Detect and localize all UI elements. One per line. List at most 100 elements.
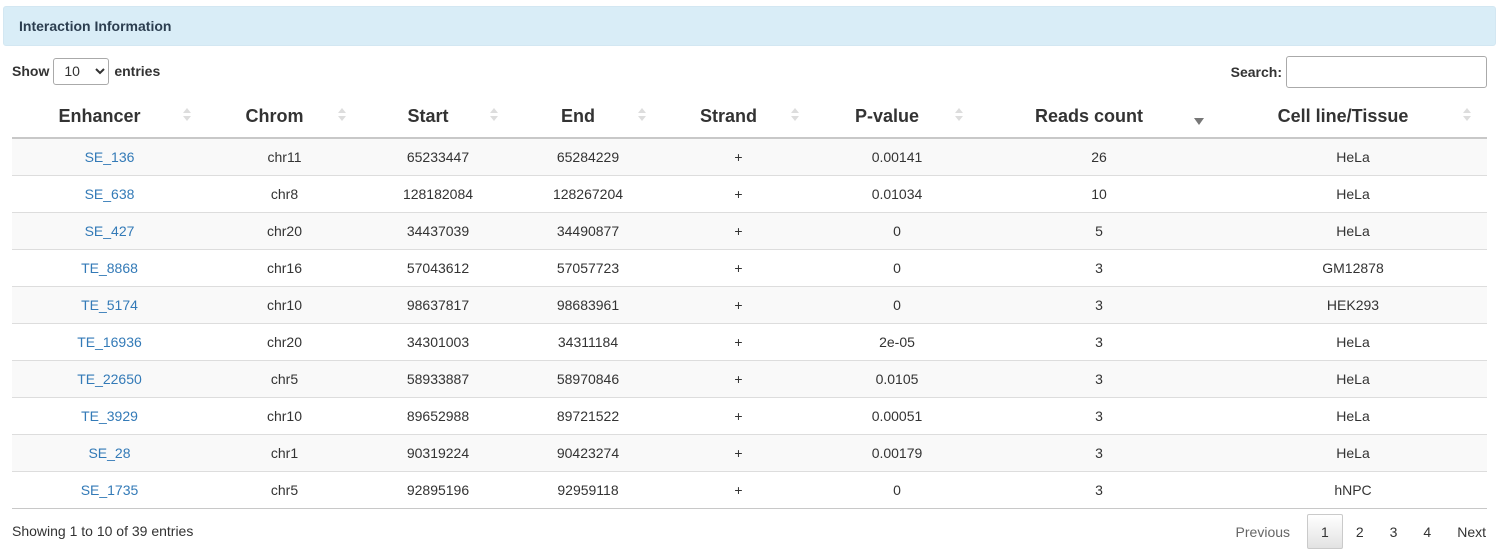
- enhancer-link[interactable]: TE_16936: [77, 334, 142, 350]
- table-cell: GM12878: [1219, 248, 1487, 286]
- column-header-label: P-value: [854, 105, 920, 126]
- enhancer-link[interactable]: SE_28: [88, 445, 130, 461]
- column-header-strand[interactable]: Strand: [662, 95, 815, 139]
- table-cell: +: [662, 470, 815, 509]
- column-header-reads-count[interactable]: Reads count: [979, 95, 1219, 139]
- table-cell: 0: [815, 285, 979, 323]
- enhancer-link[interactable]: TE_22650: [77, 371, 142, 387]
- page-button-2[interactable]: 2: [1343, 514, 1377, 549]
- table-row: TE_3929 chr10 89652988 89721522 +0.00051 3 HeL…: [12, 396, 1487, 434]
- sort-both-icon: [955, 106, 963, 124]
- column-header-label: Reads count: [1034, 105, 1144, 126]
- enhancer-link[interactable]: TE_8868: [81, 260, 138, 276]
- page-button-3[interactable]: 3: [1377, 514, 1411, 549]
- table-row: TE_22650 chr5 58933887 58970846 +0.0105 3 HeLa: [12, 359, 1487, 397]
- table-cell: SE_136: [12, 138, 207, 175]
- table-cell: SE_1735: [12, 470, 207, 509]
- table-cell: 98637817: [362, 285, 514, 323]
- table-cell: SE_427: [12, 211, 207, 249]
- table-cell: 92959118: [514, 470, 662, 509]
- table-cell: SE_638: [12, 174, 207, 212]
- table-cell: 3: [979, 433, 1219, 471]
- entries-per-page-select[interactable]: 102550100: [53, 57, 110, 85]
- table-cell: 90319224: [362, 433, 514, 471]
- table-cell: +: [662, 396, 815, 434]
- column-header-start[interactable]: Start: [362, 95, 514, 139]
- enhancer-link[interactable]: TE_5174: [81, 297, 138, 313]
- table-cell: chr10: [207, 396, 362, 434]
- table-cell: HeLa: [1219, 211, 1487, 249]
- table-cell: +: [662, 359, 815, 397]
- table-cell: +: [662, 433, 815, 471]
- table-cell: chr11: [207, 138, 362, 175]
- table-cell: 58970846: [514, 359, 662, 397]
- column-header-chrom[interactable]: Chrom: [207, 95, 362, 139]
- search-label: Search:: [1230, 64, 1282, 80]
- column-header-end[interactable]: End: [514, 95, 662, 139]
- table-cell: chr8: [207, 174, 362, 212]
- table-cell: HeLa: [1219, 322, 1487, 360]
- table-cell: 3: [979, 322, 1219, 360]
- table-info: Showing 1 to 10 of 39 entries: [12, 523, 194, 539]
- table-cell: 3: [979, 470, 1219, 509]
- column-header-cell-line-tissue[interactable]: Cell line/Tissue: [1219, 95, 1487, 139]
- column-header-p-value[interactable]: P-value: [815, 95, 979, 139]
- panel-heading: Interaction Information: [3, 6, 1496, 46]
- table-cell: chr1: [207, 433, 362, 471]
- enhancer-link[interactable]: SE_1735: [81, 482, 139, 498]
- table-cell: HeLa: [1219, 138, 1487, 175]
- search-input[interactable]: [1286, 56, 1487, 88]
- table-row: SE_638 chr8 128182084 128267204 +0.01034 10 He…: [12, 174, 1487, 212]
- enhancer-link[interactable]: SE_136: [85, 149, 135, 165]
- column-header-label: End: [561, 105, 595, 126]
- search-control: Search:: [1231, 56, 1487, 88]
- show-label: Show: [12, 63, 50, 79]
- table-cell: 0.0105: [815, 359, 979, 397]
- table-cell: 57057723: [514, 248, 662, 286]
- table-cell: 0: [815, 470, 979, 509]
- table-cell: HeLa: [1219, 174, 1487, 212]
- table-cell: 3: [979, 359, 1219, 397]
- table-cell: TE_22650: [12, 359, 207, 397]
- table-row: SE_28 chr1 90319224 90423274 +0.00179 3 HeLa: [12, 433, 1487, 471]
- table-cell: 34301003: [362, 322, 514, 360]
- enhancer-link[interactable]: TE_3929: [81, 408, 138, 424]
- table-cell: 0.00179: [815, 433, 979, 471]
- column-header-enhancer[interactable]: Enhancer: [12, 95, 207, 139]
- table-cell: +: [662, 211, 815, 249]
- column-header-label: Enhancer: [58, 105, 141, 126]
- table-cell: 2e-05: [815, 322, 979, 360]
- enhancer-link[interactable]: SE_638: [85, 186, 135, 202]
- page-button-1[interactable]: 1: [1307, 514, 1343, 549]
- table-row: TE_16936 chr20 34301003 34311184 +2e-05 3 HeLa: [12, 322, 1487, 360]
- table-cell: 92895196: [362, 470, 514, 509]
- table-cell: 58933887: [362, 359, 514, 397]
- table-cell: chr20: [207, 322, 362, 360]
- table-cell: 5: [979, 211, 1219, 249]
- table-cell: 34490877: [514, 211, 662, 249]
- table-cell: 26: [979, 138, 1219, 175]
- table-cell: 98683961: [514, 285, 662, 323]
- table-cell: 0.00141: [815, 138, 979, 175]
- entries-length-control: Show 102550100 entries: [12, 57, 160, 85]
- next-page-button[interactable]: Next: [1444, 514, 1487, 549]
- page-button-4[interactable]: 4: [1410, 514, 1444, 549]
- table-cell: +: [662, 285, 815, 323]
- table-cell: HEK293: [1219, 285, 1487, 323]
- enhancer-link[interactable]: SE_427: [85, 223, 135, 239]
- table-cell: TE_3929: [12, 396, 207, 434]
- table-row: SE_427 chr20 34437039 34490877 +0 5 HeLa: [12, 211, 1487, 249]
- table-row: SE_1735 chr5 92895196 92959118 +0 3 hNPC: [12, 470, 1487, 509]
- column-header-label: Cell line/Tissue: [1277, 105, 1409, 126]
- table-cell: hNPC: [1219, 470, 1487, 509]
- table-cell: 0.00051: [815, 396, 979, 434]
- table-cell: 3: [979, 396, 1219, 434]
- table-cell: +: [662, 174, 815, 212]
- table-cell: chr20: [207, 211, 362, 249]
- sort-both-icon: [638, 106, 646, 124]
- table-cell: TE_16936: [12, 322, 207, 360]
- table-cell: 65233447: [362, 138, 514, 175]
- sort-both-icon: [183, 106, 191, 124]
- table-cell: 89652988: [362, 396, 514, 434]
- previous-page-button[interactable]: Previous: [1235, 514, 1307, 549]
